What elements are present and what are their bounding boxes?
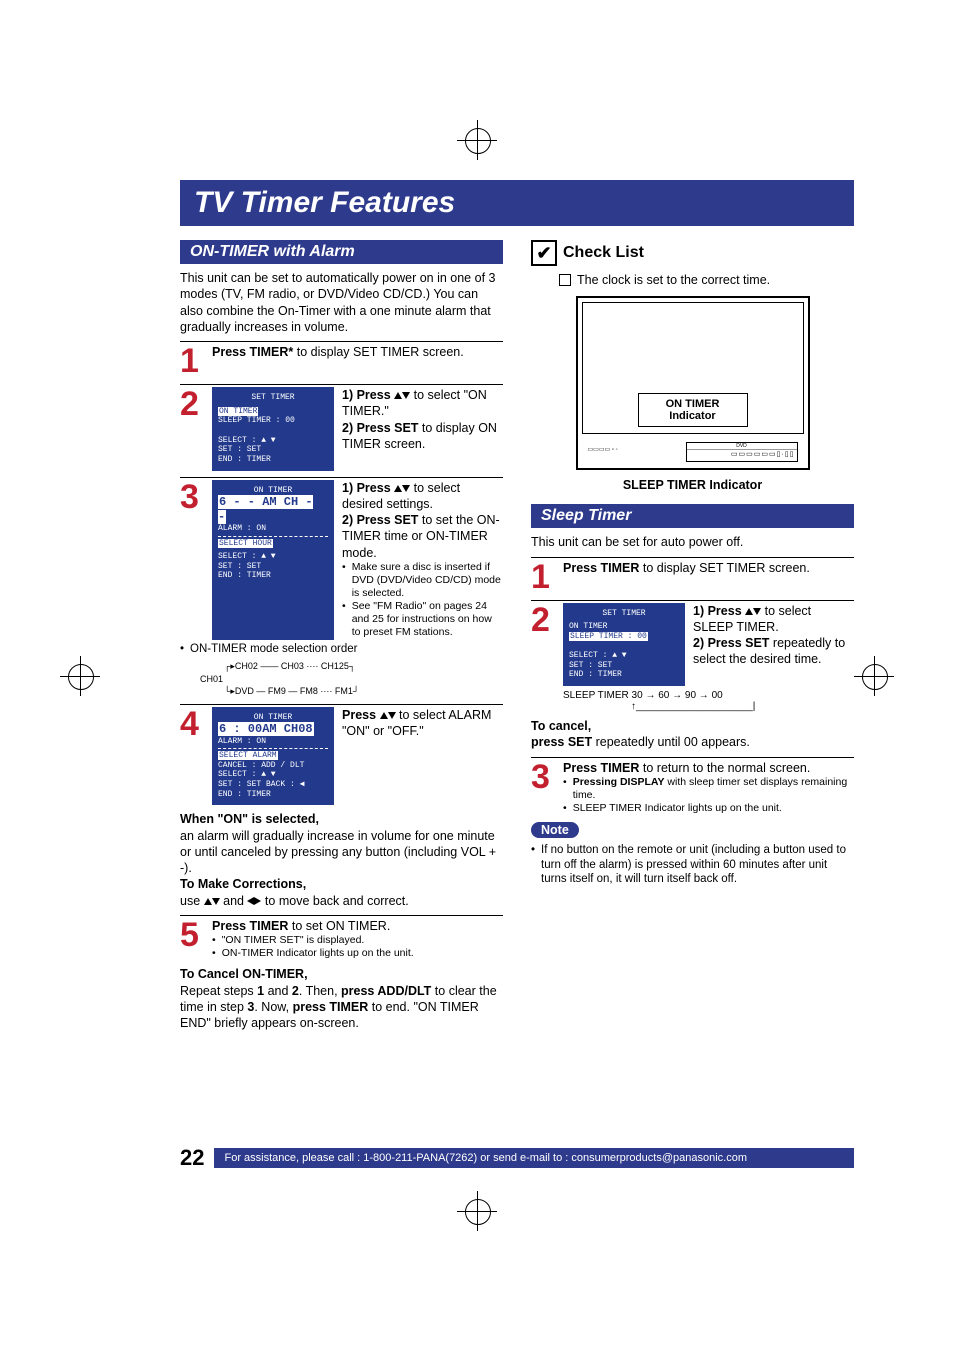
checkmark-icon: ✔ — [531, 240, 557, 266]
step2-press: 1) Press — [342, 388, 394, 402]
step1-press: Press TIMER* — [212, 345, 293, 359]
on-timer-screen-2: ON TIMER 6 : 00AM CH08 ALARM : ON SELECT… — [212, 707, 334, 806]
tv-diagram: ON TIMER Indicator ▭▭▭▭ ▫ ◦ DVD ▭▭▭▭▭▭▯·… — [576, 296, 810, 470]
step3-press: 1) Press — [342, 481, 394, 495]
page-title: TV Timer Features — [180, 180, 854, 226]
tv-display-panel: DVD ▭▭▭▭▭▭▯·▯▯ — [686, 442, 798, 462]
crop-mark-right — [854, 656, 894, 696]
triangle-up-icon — [394, 392, 402, 399]
step-number: 2 — [180, 387, 206, 471]
right-column: ✔ Check List The clock is set to the cor… — [531, 240, 854, 1031]
triangle-left-icon — [247, 897, 254, 905]
checklist-header: Check List — [563, 244, 644, 262]
triangle-down-icon — [402, 485, 410, 492]
left-column: ON-TIMER with Alarm This unit can be set… — [180, 240, 503, 1031]
sleep-step-1: 1 Press TIMER to display SET TIMER scree… — [531, 557, 854, 594]
triangle-up-icon — [745, 608, 753, 615]
checkbox-icon — [559, 274, 571, 286]
sleep-step-3: 3 Press TIMER to return to the normal sc… — [531, 757, 854, 816]
triangle-down-icon — [212, 898, 220, 905]
step-number: 3 — [180, 480, 206, 640]
footer: 22 For assistance, please call : 1-800-2… — [180, 1145, 854, 1171]
corrections-header: To Make Corrections, — [180, 877, 306, 891]
crop-mark-bottom — [457, 1191, 497, 1231]
set-timer-screen: SET TIMER ON TIMER SLEEP TIMER : 00 SELE… — [212, 387, 334, 471]
manual-page: TV Timer Features ON-TIMER with Alarm Th… — [0, 0, 954, 1351]
sleep-timer-indicator-label: SLEEP TIMER Indicator — [531, 478, 854, 492]
crop-mark-top — [457, 120, 497, 160]
sleep-timer-chain: SLEEP TIMER 30 → 60 → 90 → 00 ↑_________… — [563, 690, 854, 712]
sleep-cancel-header: To cancel, — [531, 719, 591, 733]
triangle-up-icon — [380, 712, 388, 719]
step-3: 3 ON TIMER 6 - - AM CH - - ALARM : ON SE… — [180, 477, 503, 640]
when-on-header: When "ON" is selected, — [180, 812, 319, 826]
step-number: 3 — [531, 760, 557, 816]
step-number: 4 — [180, 707, 206, 806]
step-1: 1 Press TIMER* to display SET TIMER scre… — [180, 341, 503, 378]
step4-press: Press — [342, 708, 380, 722]
note-body: If no button on the remote or unit (incl… — [541, 843, 854, 886]
mode-selection-label: ON-TIMER mode selection order — [190, 642, 357, 656]
page-number: 22 — [180, 1145, 204, 1171]
section-on-timer-header: ON-TIMER with Alarm — [180, 240, 503, 264]
step-number: 2 — [531, 603, 557, 713]
when-on-body: an alarm will gradually increase in volu… — [180, 829, 496, 876]
triangle-down-icon — [753, 608, 761, 615]
assistance-text: For assistance, please call : 1-800-211-… — [214, 1148, 854, 1168]
step1-rest: to display SET TIMER screen. — [293, 345, 463, 359]
step-number: 1 — [531, 560, 557, 594]
triangle-up-icon — [394, 485, 402, 492]
on-timer-indicator-label: ON TIMER Indicator — [638, 393, 748, 427]
sleep-timer-intro: This unit can be set for auto power off. — [531, 534, 854, 550]
checklist-item: The clock is set to the correct time. — [577, 272, 770, 288]
triangle-down-icon — [402, 392, 410, 399]
step-2: 2 SET TIMER ON TIMER SLEEP TIMER : 00 SE… — [180, 384, 503, 471]
on-timer-screen-1: ON TIMER 6 - - AM CH - - ALARM : ON SELE… — [212, 480, 334, 640]
cancel-on-timer-header: To Cancel ON-TIMER, — [180, 967, 308, 981]
step3-set: 2) Press SET — [342, 513, 418, 527]
sleep-step-2: 2 SET TIMER ON TIMER SLEEP TIMER : 00 SE… — [531, 600, 854, 713]
step2-set: 2) Press SET — [342, 421, 418, 435]
step-number: 5 — [180, 918, 206, 961]
tv-controls-left: ▭▭▭▭ ▫ ◦ — [588, 446, 618, 453]
step-4: 4 ON TIMER 6 : 00AM CH08 ALARM : ON SELE… — [180, 704, 503, 806]
channel-chain-diagram: ┌▸CH02 —— CH03 ···· CH125┐ CH01 └▸DVD — … — [200, 660, 503, 698]
note-label: Note — [531, 822, 579, 838]
step-number: 1 — [180, 344, 206, 378]
section-sleep-timer-header: Sleep Timer — [531, 504, 854, 528]
on-timer-intro: This unit can be set to automatically po… — [180, 270, 503, 335]
triangle-up-icon — [204, 898, 212, 905]
step-5: 5 Press TIMER to set ON TIMER. •"ON TIME… — [180, 915, 503, 961]
triangle-down-icon — [388, 712, 396, 719]
step5-press: Press TIMER — [212, 919, 288, 933]
sleep-set-timer-screen: SET TIMER ON TIMER SLEEP TIMER : 00 SELE… — [563, 603, 685, 687]
crop-mark-left — [60, 656, 100, 696]
